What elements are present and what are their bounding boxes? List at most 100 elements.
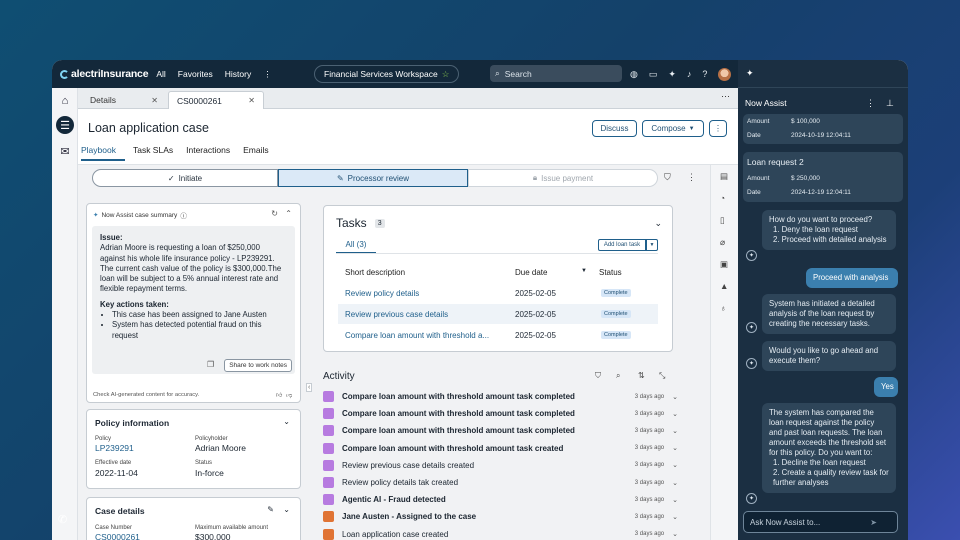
sort-icon[interactable]: ⇅ [638, 371, 645, 380]
thumbs-up-icon[interactable]: 👍︎ [276, 392, 282, 399]
tab-task-slas[interactable]: Task SLAs [133, 145, 182, 161]
chevron-down-icon[interactable]: ⌄ [283, 417, 290, 426]
discuss-button[interactable]: Discuss [592, 120, 637, 137]
chevron-down-icon[interactable]: ⌄ [672, 393, 678, 401]
stage-processor-review[interactable]: ✎ Processor review [278, 169, 468, 187]
home-icon[interactable]: ⌂ [56, 92, 74, 110]
chevron-down-icon[interactable]: ⌄ [283, 505, 290, 514]
share-to-work-notes-button[interactable]: Share to work notes [224, 359, 292, 372]
chevron-down-icon[interactable]: ⌄ [672, 496, 678, 504]
attachment-icon[interactable]: ⌀ [720, 237, 725, 248]
nav-history[interactable]: History [225, 69, 251, 79]
avatar[interactable] [718, 67, 732, 81]
document-icon[interactable]: ▯ [720, 215, 725, 226]
chevron-down-icon[interactable]: ⌄ [672, 479, 678, 487]
activity-item[interactable]: Compare loan amount with threshold amoun… [323, 422, 678, 439]
sparkle-icon[interactable]: ✦ [668, 69, 676, 80]
chevron-down-icon[interactable]: ⌄ [672, 513, 678, 521]
left-rail: ⌂ ☰ ✉ [52, 88, 78, 540]
filter-icon[interactable]: ⛉ [664, 172, 671, 183]
activity-item[interactable]: Agentic AI - Fraud detected 3 days ago ⌄ [323, 491, 678, 508]
stage-issue-payment[interactable]: 🔒︎ Issue payment [468, 169, 658, 187]
filter-icon[interactable]: ⛉ [595, 371, 601, 381]
global-search[interactable]: ⌕ Search [490, 65, 622, 82]
lightbulb-icon[interactable]: ♁ [720, 303, 726, 313]
stage-initiate[interactable]: ✓ Initiate [92, 169, 278, 187]
activity-text: Compare loan amount with threshold amoun… [342, 392, 575, 401]
col-short-description[interactable]: Short description [345, 268, 405, 277]
chevron-up-icon[interactable]: ⌃ [285, 209, 292, 218]
activity-item[interactable]: Review policy details tak created 3 days … [323, 474, 678, 491]
tab-details[interactable]: Details ✕ [82, 91, 166, 109]
chevron-down-icon[interactable]: ⌄ [672, 461, 678, 469]
task-link[interactable]: Review previous case details [345, 310, 448, 319]
thumbs-down-icon[interactable]: 👎︎ [286, 392, 292, 399]
pin-icon[interactable]: ⊥ [886, 98, 894, 109]
close-icon[interactable]: ✕ [151, 96, 158, 105]
case-details-card: Case details ✎ ⌄ Case Number CS0000261 M… [86, 497, 301, 540]
tab-case[interactable]: CS0000261 ✕ [168, 91, 264, 109]
copy-icon[interactable]: ❐ [207, 360, 214, 369]
chat-icon[interactable]: ▭ [649, 69, 658, 80]
nav-favorites[interactable]: Favorites [178, 69, 213, 79]
compose-button[interactable]: Compose ▼ [642, 120, 704, 137]
list-icon[interactable]: ☰ [56, 116, 74, 134]
tab-playbook[interactable]: Playbook [81, 145, 125, 161]
send-icon[interactable]: ➤ [870, 518, 877, 527]
chevron-down-icon[interactable]: ⌄ [672, 410, 678, 418]
contact-card-icon[interactable]: ▣ [720, 259, 728, 270]
collapse-icon[interactable]: ⤡ [659, 371, 665, 381]
col-due-date[interactable]: Due date [515, 268, 547, 277]
task-link[interactable]: Review policy details [345, 289, 419, 298]
chevron-down-icon[interactable]: ⌄ [672, 444, 678, 452]
issue-text: Adrian Moore is requesting a loan of $25… [100, 243, 282, 294]
chevron-down-icon[interactable]: ⌄ [672, 530, 678, 538]
add-task-menu-button[interactable]: ▼ [646, 239, 658, 251]
chevron-down-icon[interactable]: ⌄ [672, 427, 678, 435]
more-actions-button[interactable]: ⋮ [709, 120, 727, 137]
nav-all[interactable]: All [156, 69, 165, 79]
refresh-icon[interactable]: ↻ [271, 209, 278, 218]
star-icon[interactable]: ☆ [442, 69, 450, 80]
globe-icon[interactable]: ◍ [630, 69, 638, 80]
sort-down-icon[interactable]: ▼ [581, 268, 587, 274]
chevron-left-icon[interactable]: ‹ [306, 383, 313, 392]
activity-item[interactable]: Jane Austen - Assigned to the case 3 days… [323, 508, 678, 525]
more-icon[interactable]: ⋮ [687, 172, 696, 183]
app-logo[interactable]: alectriInsurance [60, 68, 149, 80]
overview-icon[interactable]: ▤ [720, 171, 728, 182]
bell-icon[interactable]: ♪ [687, 69, 692, 79]
inbox-icon[interactable]: ✉ [56, 142, 74, 160]
activity-item[interactable]: Compare loan amount with threshold amoun… [323, 440, 678, 457]
search-icon[interactable]: ⌕ [616, 371, 620, 381]
assist-input[interactable]: Ask Now Assist to... ➤ [743, 511, 898, 533]
activity-item[interactable]: Review previous case details created 3 da… [323, 457, 678, 474]
assistant-message: System has initiated a detailed analysis… [762, 294, 896, 334]
activity-item[interactable]: Compare loan amount with threshold amoun… [323, 388, 678, 405]
close-icon[interactable]: ✕ [248, 96, 255, 105]
overflow-icon[interactable]: ⋯ [721, 91, 730, 102]
pencil-icon[interactable]: ✎ [267, 505, 274, 514]
tab-interactions[interactable]: Interactions [186, 145, 239, 161]
tab-emails[interactable]: Emails [243, 145, 278, 161]
activity-item[interactable]: Compare loan amount with threshold amoun… [323, 405, 678, 422]
activity-text: Compare loan amount with threshold amoun… [342, 426, 575, 436]
tab-all-tasks[interactable]: All (3) [336, 240, 376, 254]
info-icon[interactable]: ⓘ [180, 210, 187, 220]
activity-item[interactable]: Loan application case created 3 days ago ⌄ [323, 526, 678, 540]
phone-icon[interactable]: ✆ [58, 513, 67, 526]
case-number-link[interactable]: CS0000261 [95, 532, 140, 540]
more-icon[interactable]: ⋮ [866, 98, 875, 109]
activity-time: 3 days ago [634, 410, 665, 417]
help-icon[interactable]: ? [702, 69, 707, 79]
panel-splitter[interactable]: ‹ [306, 265, 313, 540]
dashboard-icon[interactable]: ◔ [720, 193, 725, 203]
chevron-down-icon[interactable]: ⌄ [654, 218, 662, 229]
col-status[interactable]: Status [599, 268, 622, 277]
more-icon[interactable]: ⋮ [263, 69, 272, 80]
add-loan-task-button[interactable]: Add loan task [598, 239, 646, 251]
graduation-icon[interactable]: ▲ [720, 281, 728, 291]
policy-link[interactable]: LP239291 [95, 443, 134, 453]
task-link[interactable]: Compare loan amount with threshold a... [345, 331, 489, 340]
workspace-pill[interactable]: Financial Services Workspace ☆ [314, 65, 460, 83]
